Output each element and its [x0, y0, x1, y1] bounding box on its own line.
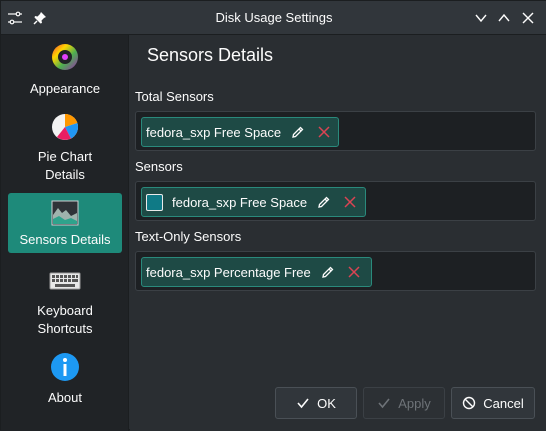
delete-icon[interactable] [347, 265, 361, 279]
color-wheel-icon [49, 41, 81, 73]
window-title: Disk Usage Settings [215, 10, 333, 25]
text-only-sensors-box[interactable]: fedora_sxp Percentage Free [135, 251, 536, 291]
edit-icon[interactable] [291, 125, 305, 139]
sensors-label: Sensors [135, 159, 183, 174]
checkmark-icon [296, 396, 310, 410]
area-chart-icon [49, 197, 81, 229]
sidebar-item-label: Pie Chart Details [37, 149, 93, 182]
delete-icon[interactable] [343, 195, 357, 209]
sidebar-item-pie-chart-details[interactable]: Pie Chart Details [8, 111, 122, 187]
title-bar: Disk Usage Settings [1, 1, 546, 35]
cancel-button[interactable]: Cancel [451, 387, 535, 419]
sidebar-item-about[interactable]: About [8, 351, 122, 411]
sensor-chip[interactable]: fedora_sxp Percentage Free [141, 257, 372, 287]
pie-chart-icon [49, 111, 81, 143]
main-panel: Sensors Details Total Sensors fedora_sxp… [130, 35, 546, 431]
checkmark-icon [377, 396, 391, 410]
settings-window: Disk Usage Settings Appearance Pie Chart… [0, 0, 546, 431]
edit-icon[interactable] [317, 195, 331, 209]
total-sensors-box[interactable]: fedora_sxp Free Space [135, 111, 536, 151]
info-icon [49, 351, 81, 383]
total-sensors-label: Total Sensors [135, 89, 214, 104]
sidebar-item-appearance[interactable]: Appearance [8, 41, 122, 101]
sidebar-item-sensors-details[interactable]: Sensors Details [8, 193, 122, 253]
cancel-button-label: Cancel [483, 395, 524, 411]
sensor-chip-label: fedora_sxp Free Space [172, 194, 308, 210]
close-icon[interactable] [520, 10, 536, 26]
sensors-box[interactable]: fedora_sxp Free Space [135, 181, 536, 221]
color-swatch[interactable] [146, 193, 163, 211]
sidebar-item-label: Keyboard Shortcuts [37, 303, 93, 336]
apply-button-label: Apply [398, 395, 431, 411]
minimize-chevron-icon[interactable] [473, 10, 489, 26]
sidebar-item-label: Sensors Details [19, 232, 111, 247]
sidebar-item-keyboard-shortcuts[interactable]: Keyboard Shortcuts [8, 265, 122, 341]
text-only-sensors-label: Text-Only Sensors [135, 229, 242, 244]
ok-button-label: OK [317, 395, 336, 411]
sidebar-item-label: Appearance [29, 81, 101, 96]
page-title: Sensors Details [147, 45, 274, 65]
delete-icon[interactable] [317, 125, 331, 139]
sensor-chip[interactable]: fedora_sxp Free Space [141, 117, 339, 147]
sensor-chip[interactable]: fedora_sxp Free Space [141, 187, 366, 217]
edit-icon[interactable] [321, 265, 335, 279]
maximize-chevron-icon[interactable] [496, 10, 512, 26]
cancel-icon [462, 396, 476, 410]
sidebar-item-label: About [48, 390, 82, 405]
ok-button[interactable]: OK [275, 387, 357, 419]
sensor-chip-label: fedora_sxp Free Space [146, 124, 282, 140]
keyboard-icon [49, 265, 81, 297]
sidebar: Appearance Pie Chart Details Sensors Det… [1, 35, 129, 431]
apply-button[interactable]: Apply [363, 387, 445, 419]
sensor-chip-label: fedora_sxp Percentage Free [146, 264, 311, 280]
